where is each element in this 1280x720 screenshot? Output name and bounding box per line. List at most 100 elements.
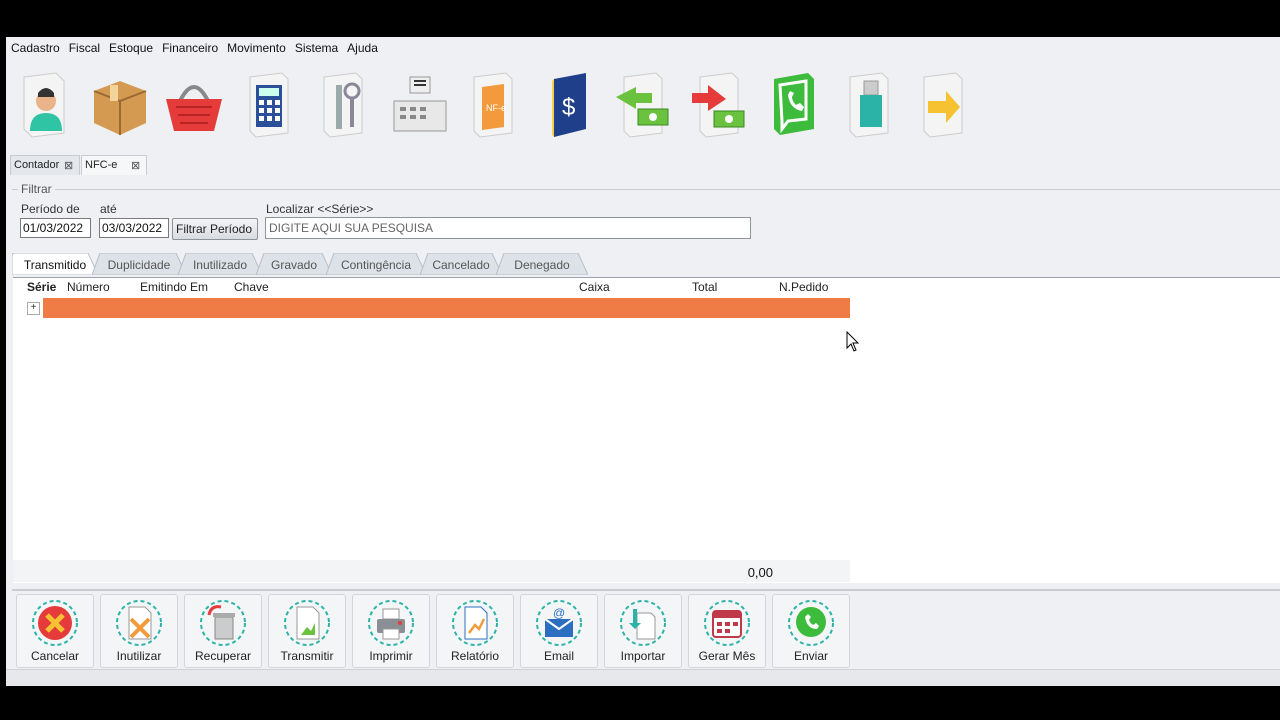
action-bar: Cancelar Inutilizar Recuperar Transmitir… (12, 589, 1280, 671)
tab-label: Inutilizado (192, 258, 248, 272)
menu-ajuda[interactable]: Ajuda (342, 37, 382, 55)
app-window: Cadastro Fiscal Estoque Financeiro Movimento… (6, 37, 1280, 686)
col-serie[interactable]: Série (27, 280, 56, 294)
exit-arrow-icon[interactable] (914, 71, 974, 139)
mouse-cursor-icon (846, 330, 860, 356)
action-label: Email (543, 649, 574, 663)
user-icon[interactable] (16, 71, 76, 139)
date-from-input[interactable] (20, 218, 91, 238)
col-chave[interactable]: Chave (234, 280, 269, 294)
col-caixa[interactable]: Caixa (579, 280, 610, 294)
tools-icon[interactable] (314, 71, 374, 139)
grid-footer: 0,00 (13, 560, 850, 582)
nfce-grid: Série Número Emitindo Em Chave Caixa Tot… (13, 277, 1280, 583)
menu-sistema[interactable]: Sistema (290, 37, 342, 55)
box-icon[interactable] (90, 71, 150, 139)
menu-movimento[interactable]: Movimento (222, 37, 290, 55)
tab-duplicidade[interactable]: Duplicidade (92, 253, 186, 275)
printer-icon (368, 600, 414, 646)
action-label: Cancelar (30, 649, 80, 663)
tab-label: Duplicidade (107, 258, 171, 272)
status-bar (6, 669, 1280, 686)
svg-text:NF-e: NF-e (486, 103, 506, 113)
calculator-icon[interactable] (240, 71, 300, 139)
tab-denegado[interactable]: Denegado (496, 253, 588, 275)
tab-contingencia[interactable]: Contingência (326, 253, 426, 275)
svg-text:@: @ (553, 606, 565, 620)
menu-financeiro[interactable]: Financeiro (157, 37, 222, 55)
period-from-label: Período de (21, 202, 80, 216)
main-toolbar: NF-e $ (6, 63, 1280, 153)
tab-inutilizado[interactable]: Inutilizado (178, 253, 262, 275)
menu-fiscal[interactable]: Fiscal (64, 37, 104, 55)
nfe-document-icon[interactable]: NF-e (464, 71, 524, 139)
search-label: Localizar <<Série>> (266, 202, 374, 216)
close-icon[interactable]: ⊠ (64, 159, 73, 172)
void-document-icon (116, 600, 162, 646)
whatsapp-send-icon (788, 600, 834, 646)
col-numero[interactable]: Número (67, 280, 110, 294)
action-label: Imprimir (369, 649, 413, 663)
tab-gravado[interactable]: Gravado (256, 253, 332, 275)
tab-label: Cancelado (432, 258, 490, 272)
transmitir-button[interactable]: Transmitir (268, 594, 346, 668)
table-row[interactable] (43, 298, 850, 318)
transmit-document-icon (284, 600, 330, 646)
gerar-mes-button[interactable]: Gerar Mês (688, 594, 766, 668)
recuperar-button[interactable]: Recuperar (184, 594, 262, 668)
doc-tab-label: Contador (14, 159, 60, 171)
date-to-input[interactable] (99, 218, 169, 238)
action-label: Importar (620, 649, 666, 663)
ledger-book-icon[interactable]: $ (540, 71, 600, 139)
action-label: Recuperar (194, 649, 252, 663)
usb-drive-icon[interactable] (840, 71, 900, 139)
action-label: Inutilizar (116, 649, 162, 663)
col-emitindo-em[interactable]: Emitindo Em (140, 280, 208, 294)
tab-label: Gravado (270, 258, 318, 272)
whatsapp-icon[interactable] (764, 71, 824, 139)
search-input[interactable]: DIGITE AQUI SUA PESQUISA (265, 217, 751, 239)
menu-bar: Cadastro Fiscal Estoque Financeiro Movimento… (6, 37, 1280, 59)
col-n-pedido[interactable]: N.Pedido (779, 280, 828, 294)
filter-legend: Filtrar (18, 182, 55, 196)
tab-label: Contingência (340, 258, 412, 272)
action-label: Gerar Mês (698, 649, 756, 663)
menu-cadastro[interactable]: Cadastro (6, 37, 64, 55)
close-icon[interactable]: ⊠ (131, 159, 140, 172)
menu-estoque[interactable]: Estoque (104, 37, 157, 55)
col-total[interactable]: Total (692, 280, 717, 294)
tab-label: Denegado (514, 258, 570, 272)
calendar-icon (704, 600, 750, 646)
status-tabs: Transmitido Duplicidade Inutilizado Grav… (12, 251, 1280, 275)
report-chart-icon (452, 600, 498, 646)
enviar-button[interactable]: Enviar (772, 594, 850, 668)
filter-period-button[interactable]: Filtrar Período (172, 218, 258, 240)
inutilizar-button[interactable]: Inutilizar (100, 594, 178, 668)
basket-icon[interactable] (164, 71, 224, 139)
grid-total: 0,00 (747, 565, 773, 580)
action-label: Enviar (793, 649, 828, 663)
recover-trash-icon (200, 600, 246, 646)
filter-group: Filtrar Período de até Localizar <<Série… (12, 182, 1280, 248)
email-icon: @ (536, 600, 582, 646)
relatorio-button[interactable]: Relatório (436, 594, 514, 668)
doc-tab-label: NFC-e (85, 159, 118, 171)
grid-header: Série Número Emitindo Em Chave Caixa Tot… (13, 278, 850, 296)
email-button[interactable]: @ Email (520, 594, 598, 668)
money-out-icon[interactable] (690, 71, 750, 139)
cancel-icon (32, 600, 78, 646)
tab-cancelado[interactable]: Cancelado (420, 253, 502, 275)
expand-row-icon[interactable]: + (27, 302, 40, 315)
period-to-label: até (100, 202, 117, 216)
doc-tab-contador[interactable]: Contador ⊠ (10, 155, 80, 175)
money-in-icon[interactable] (614, 71, 674, 139)
action-label: Transmitir (280, 649, 334, 663)
importar-button[interactable]: Importar (604, 594, 682, 668)
svg-text:$: $ (562, 94, 575, 121)
cash-register-icon[interactable] (390, 71, 450, 139)
tab-transmitido[interactable]: Transmitido (12, 253, 98, 275)
cancelar-button[interactable]: Cancelar (16, 594, 94, 668)
doc-tab-nfce[interactable]: NFC-e ⊠ (81, 155, 147, 175)
import-icon (620, 600, 666, 646)
imprimir-button[interactable]: Imprimir (352, 594, 430, 668)
